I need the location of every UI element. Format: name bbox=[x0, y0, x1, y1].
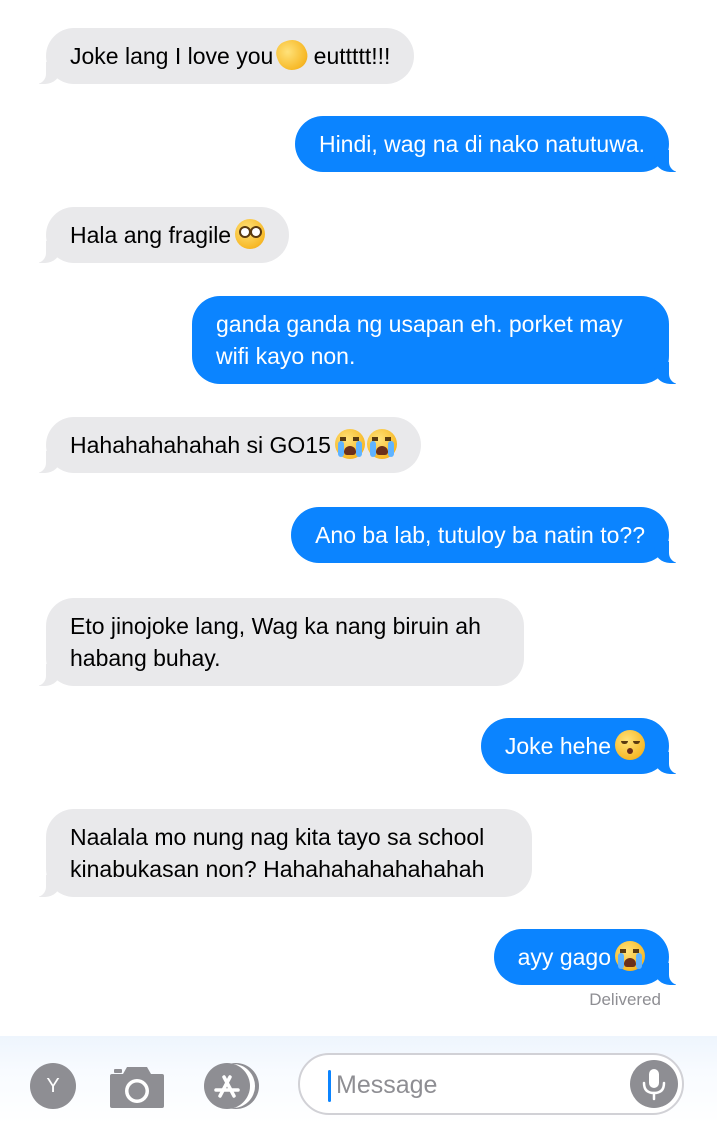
message-bubble-incoming[interactable]: Joke lang I love you euttttt!!! bbox=[33, 28, 415, 84]
fist-emoji-icon bbox=[273, 35, 312, 75]
message-bubble-incoming[interactable]: Hala ang fragile bbox=[33, 207, 290, 263]
message-bubble-outgoing[interactable]: Joke hehe bbox=[480, 718, 682, 774]
message-bubble-outgoing[interactable]: ganda ganda ng usapan eh. porket may wif… bbox=[192, 296, 681, 384]
kissing-face-emoji-icon bbox=[615, 730, 645, 760]
message-text: Eto jinojoke lang, Wag ka nang biruin ah… bbox=[70, 613, 481, 671]
message-bubble-outgoing[interactable]: Hindi, wag na di nako natutuwa. bbox=[294, 116, 682, 172]
message-bubble-incoming[interactable]: Eto jinojoke lang, Wag ka nang biruin ah… bbox=[34, 598, 524, 686]
message-text: Ano ba lab, tutuloy ba natin to?? bbox=[315, 522, 645, 548]
message-text: Joke hehe bbox=[504, 733, 611, 759]
message-field[interactable] bbox=[298, 1053, 684, 1115]
message-text: Joke lang I love you bbox=[70, 43, 274, 69]
message-bubble-outgoing[interactable]: ayy gago bbox=[493, 929, 682, 985]
message-text-trailing: euttttt!!! bbox=[307, 43, 391, 69]
message-text: Hahahahahahah si GO15 bbox=[70, 432, 331, 458]
message-text: Hindi, wag na di nako natutuwa. bbox=[318, 131, 645, 157]
message-text: Naalala mo nung nag kita tayo sa school … bbox=[70, 824, 485, 882]
message-bubble-incoming[interactable]: Naalala mo nung nag kita tayo sa school … bbox=[34, 809, 532, 897]
message-bubble-incoming[interactable]: Hahahahahahah si GO15 bbox=[34, 417, 421, 473]
microphone-icon[interactable] bbox=[630, 1060, 678, 1108]
message-bubble-outgoing[interactable]: Ano ba lab, tutuloy ba natin to?? bbox=[291, 507, 681, 563]
message-text: ayy gago bbox=[517, 944, 611, 970]
flushed-face-emoji-icon bbox=[235, 219, 266, 249]
loudly-crying-face-emoji-icon bbox=[366, 429, 397, 459]
message-text: ganda ganda ng usapan eh. porket may wif… bbox=[216, 311, 623, 369]
app-store-icon[interactable] bbox=[204, 1063, 250, 1109]
avatar-app-button[interactable]: Y bbox=[30, 1063, 76, 1109]
message-thread[interactable]: Joke lang I love you euttttt!!! Hindi, w… bbox=[0, 0, 717, 1036]
message-input[interactable] bbox=[334, 1055, 628, 1115]
delivered-status: Delivered bbox=[589, 990, 661, 1009]
loudly-crying-face-emoji-icon bbox=[334, 429, 365, 459]
camera-icon[interactable] bbox=[108, 1060, 166, 1112]
loudly-crying-face-emoji-icon bbox=[615, 941, 645, 971]
compose-toolbar: Y bbox=[0, 1036, 717, 1124]
text-cursor bbox=[328, 1070, 331, 1102]
message-text: Hala ang fragile bbox=[70, 222, 232, 248]
